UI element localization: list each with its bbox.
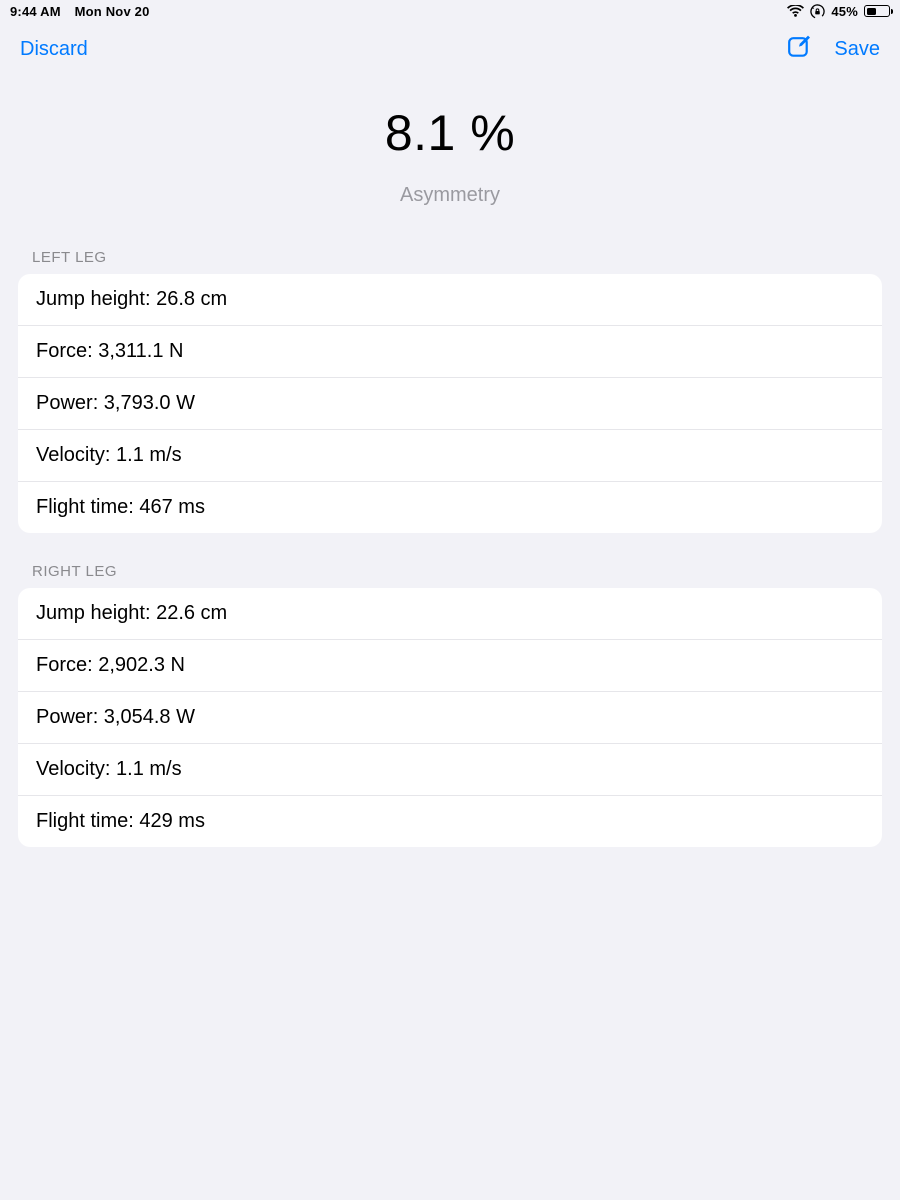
section-header-right: RIGHT LEG [18,563,882,588]
section-left-leg: LEFT LEG Jump height: 26.8 cm Force: 3,3… [0,249,900,533]
compose-button[interactable] [786,33,812,65]
status-date: Mon Nov 20 [75,4,150,19]
list-item: Power: 3,793.0 W [18,378,882,430]
section-header-left: LEFT LEG [18,249,882,274]
list-item: Force: 2,902.3 N [18,640,882,692]
battery-percentage: 45% [831,4,858,19]
asymmetry-label: Asymmetry [0,184,900,207]
list-item: Force: 3,311.1 N [18,326,882,378]
list-item: Power: 3,054.8 W [18,692,882,744]
battery-icon [864,5,890,17]
card-right-leg: Jump height: 22.6 cm Force: 2,902.3 N Po… [18,588,882,847]
discard-button[interactable]: Discard [20,38,88,61]
status-time: 9:44 AM [10,4,61,19]
list-item: Jump height: 26.8 cm [18,274,882,326]
list-item: Flight time: 467 ms [18,482,882,533]
orientation-lock-icon [810,4,825,19]
nav-bar: Discard Save [0,22,900,76]
list-item: Jump height: 22.6 cm [18,588,882,640]
list-item: Velocity: 1.1 m/s [18,744,882,796]
wifi-icon [787,5,804,18]
list-item: Velocity: 1.1 m/s [18,430,882,482]
compose-icon [786,42,812,64]
status-bar: 9:44 AM Mon Nov 20 45% [0,0,900,22]
save-button[interactable]: Save [834,38,880,61]
section-right-leg: RIGHT LEG Jump height: 22.6 cm Force: 2,… [0,563,900,847]
list-item: Flight time: 429 ms [18,796,882,847]
card-left-leg: Jump height: 26.8 cm Force: 3,311.1 N Po… [18,274,882,533]
asymmetry-value: 8.1 % [0,104,900,162]
headline: 8.1 % Asymmetry [0,76,900,219]
battery-fill [867,8,876,15]
